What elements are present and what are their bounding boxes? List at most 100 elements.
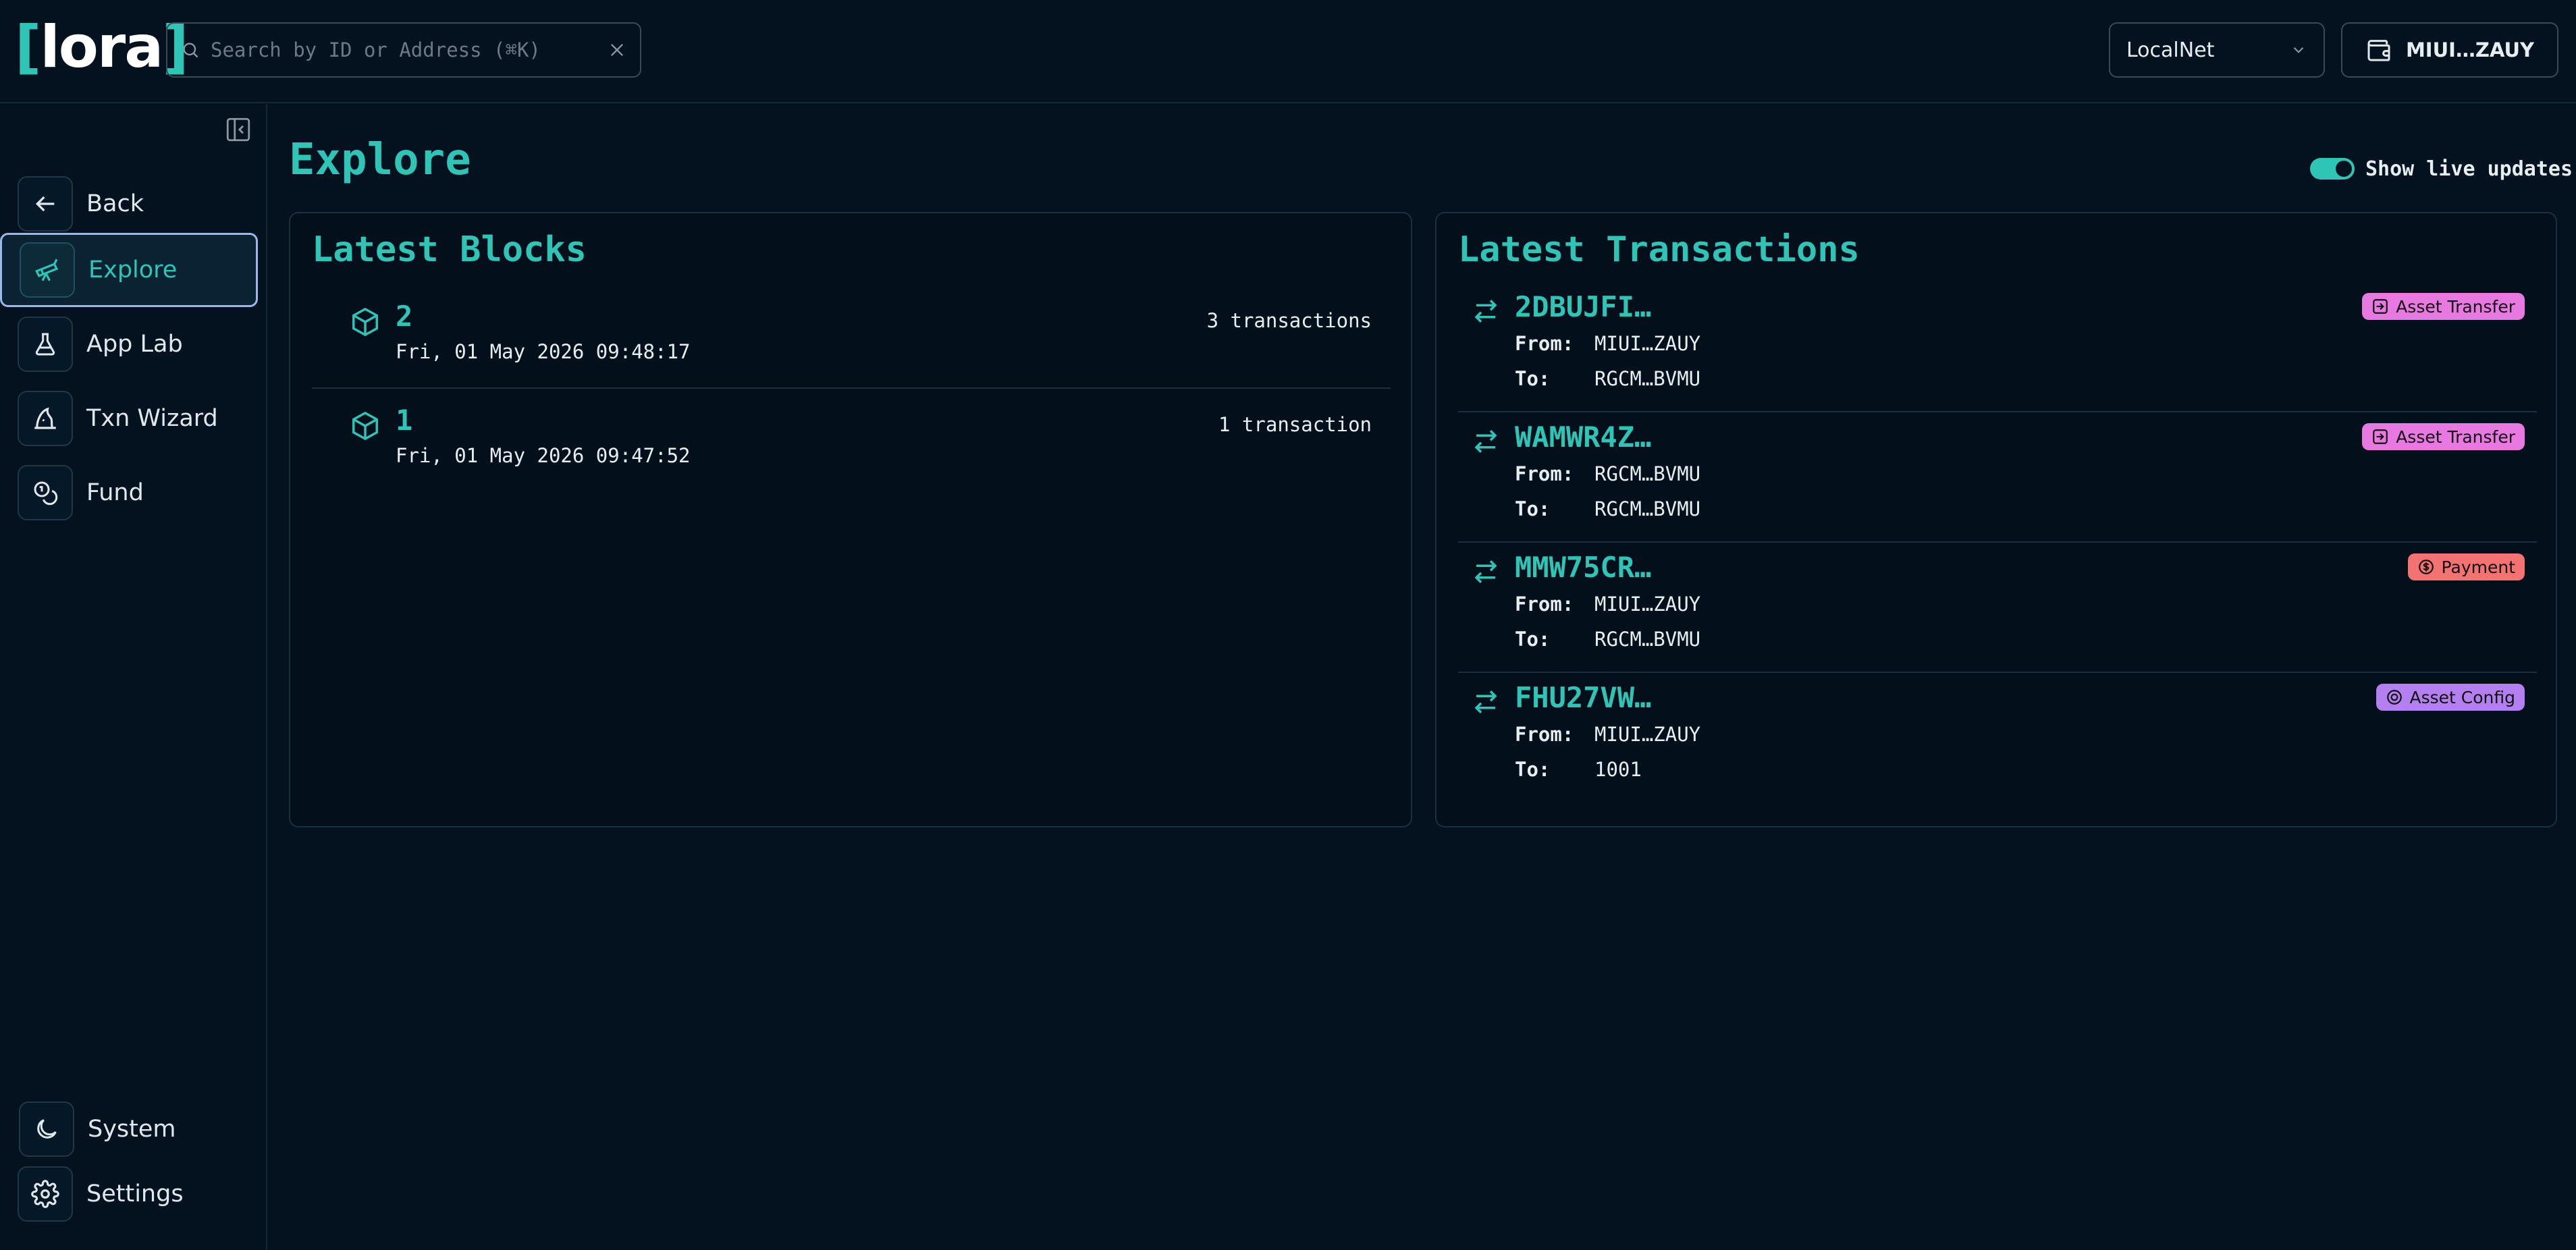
logo-bracket-open: [ <box>15 13 41 81</box>
txn-type-label: Asset Transfer <box>2396 296 2515 317</box>
page-title: Explore <box>289 135 471 185</box>
transaction-to: To: RGCM…BVMU <box>1515 628 1700 651</box>
transaction-row[interactable]: MMW75CR… From: MIUI…ZAUY To: RGCM…BVMU Pay… <box>1458 543 2537 673</box>
block-number-link[interactable]: 2 <box>396 300 412 333</box>
block-txn-count: 3 transactions <box>1206 309 1372 332</box>
wizard-hat-icon <box>34 407 56 429</box>
sidebar-item-settings[interactable]: Settings <box>0 1157 257 1231</box>
arrow-left-icon <box>35 196 55 212</box>
to-label: To: <box>1515 758 1551 781</box>
to-label: To: <box>1515 497 1551 520</box>
live-updates-label: Show live updates <box>2365 157 2573 181</box>
wallet-icon <box>2367 40 2390 61</box>
clear-search-icon[interactable] <box>608 40 626 59</box>
from-address: RGCM…BVMU <box>1594 462 1701 485</box>
asset-transfer-icon <box>2373 299 2388 314</box>
sidebar-item-label: Fund <box>86 479 144 506</box>
search-box[interactable] <box>166 22 641 78</box>
chevron-down-icon <box>2293 47 2304 53</box>
latest-blocks-card: Latest Blocks 2 Fri, 01 May 2026 09:48:1… <box>289 212 1412 827</box>
network-select[interactable]: LocalNet <box>2109 22 2325 78</box>
block-row[interactable]: 1 Fri, 01 May 2026 09:47:52 1 transactio… <box>312 389 1391 493</box>
to-label: To: <box>1515 367 1551 390</box>
sidebar-item-txn-wizard[interactable]: Txn Wizard <box>0 381 257 456</box>
transaction-from: From: MIUI…ZAUY <box>1515 332 1700 355</box>
latest-transactions-title: Latest Transactions <box>1458 229 1860 270</box>
transaction-id-link[interactable]: MMW75CR… <box>1515 551 1651 584</box>
txn-type-badge: Asset Transfer <box>2362 423 2525 450</box>
block-row[interactable]: 2 Fri, 01 May 2026 09:48:17 3 transactio… <box>312 285 1391 389</box>
to-address: 1001 <box>1594 758 1642 781</box>
app-header: [lora] LocalNet MIUI…ZAUY <box>0 0 2576 103</box>
transaction-to: To: 1001 <box>1515 758 1642 781</box>
lora-logo[interactable]: [lora] <box>15 13 189 81</box>
txn-type-badge: Asset Config <box>2376 684 2525 711</box>
live-updates-switch[interactable] <box>2310 158 2355 180</box>
sidebar-item-label: Settings <box>86 1180 184 1207</box>
block-timestamp: Fri, 01 May 2026 09:48:17 <box>396 340 691 363</box>
transaction-from: From: MIUI…ZAUY <box>1515 593 1700 616</box>
block-number-link[interactable]: 1 <box>396 404 412 437</box>
nav-icon-box <box>18 391 73 446</box>
asset-transfer-icon <box>2373 429 2388 444</box>
flask-icon <box>35 333 55 356</box>
transaction-row[interactable]: WAMWR4Z… From: RGCM…BVMU To: RGCM…BVMU Ass… <box>1458 412 2537 543</box>
txn-type-label: Asset Config <box>2409 687 2516 707</box>
wallet-address: MIUI…ZAUY <box>2405 38 2535 61</box>
theme-toggle-system[interactable]: System <box>0 1092 257 1166</box>
wallet-button[interactable]: MIUI…ZAUY <box>2341 22 2558 78</box>
sidebar: Back Explore App Lab Txn Wizard Fund Sys… <box>0 105 267 1250</box>
transaction-id-link[interactable]: FHU27VW… <box>1515 681 1651 714</box>
transaction-from: From: RGCM…BVMU <box>1515 462 1700 485</box>
nav-icon-box <box>18 465 73 520</box>
sidebar-item-fund[interactable]: Fund <box>0 456 257 530</box>
search-icon <box>183 43 198 58</box>
payment-icon <box>2418 560 2434 574</box>
nav-icon-box <box>19 1102 74 1157</box>
transaction-row[interactable]: 2DBUJFI… From: MIUI…ZAUY To: RGCM…BVMU Ass… <box>1458 282 2537 412</box>
sidebar-item-app-lab[interactable]: App Lab <box>0 307 257 381</box>
from-address: MIUI…ZAUY <box>1594 593 1701 616</box>
latest-transactions-card: Latest Transactions 2DBUJFI… From: MIUI…Z… <box>1435 212 2557 827</box>
block-txn-count: 1 transaction <box>1218 413 1372 436</box>
moon-icon <box>37 1119 57 1139</box>
latest-blocks-title: Latest Blocks <box>312 229 587 270</box>
cube-icon <box>352 307 378 337</box>
telescope-icon <box>35 259 59 281</box>
transaction-to: To: RGCM…BVMU <box>1515 367 1700 390</box>
transaction-from: From: MIUI…ZAUY <box>1515 723 1700 746</box>
cube-icon <box>352 411 378 441</box>
from-address: MIUI…ZAUY <box>1594 723 1701 746</box>
sidebar-item-back[interactable]: Back <box>0 167 257 241</box>
transaction-row[interactable]: FHU27VW… From: MIUI…ZAUY To: 1001 Asset Co… <box>1458 673 2537 803</box>
to-address: RGCM…BVMU <box>1594 497 1701 520</box>
live-updates-toggle[interactable]: Show live updates <box>2310 157 2573 181</box>
transaction-id-link[interactable]: 2DBUJFI… <box>1515 290 1651 323</box>
from-label: From: <box>1515 593 1574 616</box>
logo-text: lora <box>40 13 163 81</box>
transfer-arrows-icon <box>1474 690 1497 713</box>
transaction-to: To: RGCM…BVMU <box>1515 497 1700 520</box>
from-label: From: <box>1515 723 1574 746</box>
from-label: From: <box>1515 332 1574 355</box>
sidebar-item-explore[interactable]: Explore <box>0 233 258 307</box>
nav-icon-box <box>18 317 73 372</box>
collapse-sidebar-icon[interactable] <box>224 115 252 144</box>
txn-type-badge: Asset Transfer <box>2362 293 2525 320</box>
gear-icon <box>31 1180 59 1208</box>
transaction-id-link[interactable]: WAMWR4Z… <box>1515 420 1651 454</box>
nav-icon-box <box>20 242 75 298</box>
search-input[interactable] <box>211 38 608 61</box>
nav-icon-box <box>18 176 73 232</box>
transfer-arrows-icon <box>1474 430 1497 453</box>
sidebar-item-label: Explore <box>88 256 178 283</box>
from-label: From: <box>1515 462 1574 485</box>
theme-label: System <box>88 1116 176 1143</box>
txn-type-badge: Payment <box>2407 553 2525 580</box>
txn-type-label: Asset Transfer <box>2396 427 2515 447</box>
sidebar-item-label: Txn Wizard <box>86 405 218 432</box>
asset-config-icon <box>2386 690 2402 705</box>
transfer-arrows-icon <box>1474 300 1497 323</box>
switch-knob <box>2336 161 2352 177</box>
to-address: RGCM…BVMU <box>1594 367 1701 390</box>
